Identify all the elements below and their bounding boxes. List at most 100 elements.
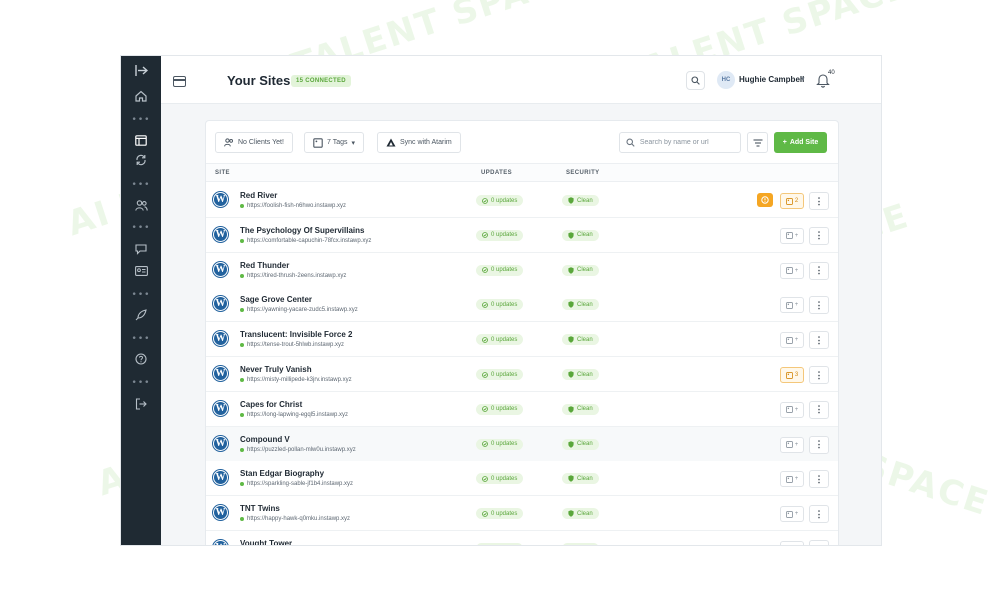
site-url[interactable]: https://happy-hawk-q0mku.instawp.xyz [240,516,350,522]
site-tags-button[interactable]: + [780,401,804,418]
sync-icon[interactable] [121,150,161,170]
security-badge[interactable]: Clean [562,334,599,346]
updates-badge[interactable]: 0 updates [476,334,524,346]
security-badge[interactable]: Clean [562,543,599,545]
site-tags-button[interactable]: + [780,471,804,488]
site-url[interactable]: https://comfortable-capuchin-78fcx.insta… [240,238,371,244]
site-url-text[interactable]: https://puzzled-pollan-mlw0u.instawp.xyz [247,447,356,453]
site-url-text[interactable]: https://yawning-yacare-zudc5.instawp.xyz [247,307,358,313]
more-options-button[interactable]: ⋮ [809,470,829,489]
search-input[interactable] [639,139,734,146]
security-badge[interactable]: Clean [562,403,599,415]
expand-icon[interactable] [121,60,161,80]
site-url[interactable]: https://yawning-yacare-zudc5.instawp.xyz [240,307,358,313]
site-name[interactable]: Compound V [240,435,290,444]
more-options-button[interactable]: ⋮ [809,366,829,384]
more-options-button[interactable]: ⋮ [809,505,829,524]
table-row[interactable]: W Red Thunder https://tired-thrush-2eens.i… [206,252,838,288]
site-url[interactable]: https://tired-thrush-2eens.instawp.xyz [240,273,346,279]
security-badge[interactable]: Clean [562,229,599,241]
site-url-text[interactable]: https://tense-trout-5hlwb.instawp.xyz [247,342,344,348]
site-url[interactable]: https://foolish-fish-n6hwo.instawp.xyz [240,203,346,209]
site-name[interactable]: Sage Grove Center [240,295,312,304]
site-url[interactable]: https://sparkling-sable-jf1b4.instawp.xy… [240,481,353,487]
security-badge[interactable]: Clean [562,438,599,450]
table-row[interactable]: W The Psychology Of Supervillains https://… [206,217,838,253]
security-badge[interactable]: Clean [562,264,599,276]
global-search-button[interactable] [686,71,705,90]
security-badge[interactable]: Clean [562,195,599,206]
more-options-button[interactable]: ⋮ [809,435,829,454]
sites-icon[interactable] [121,130,161,150]
updates-badge[interactable]: 0 updates [476,299,524,311]
more-options-button[interactable]: ⋮ [809,261,829,280]
site-tags-button[interactable]: 2 [780,193,804,209]
table-row[interactable]: W Stan Edgar Biography https://sparkling-s… [206,461,838,497]
users-icon[interactable] [121,195,161,215]
site-name[interactable]: Red Thunder [240,261,289,270]
column-site[interactable]: SITE [215,170,230,176]
security-badge[interactable]: Clean [562,508,599,520]
more-options-button[interactable]: ⋮ [809,226,829,245]
updates-badge[interactable]: 0 updates [476,229,524,241]
updates-badge[interactable]: 0 updates [476,403,524,415]
clients-button[interactable]: No Clients Yet! [215,132,293,153]
updates-badge[interactable]: 0 updates [476,195,524,206]
security-badge[interactable]: Clean [562,473,599,485]
site-url-text[interactable]: https://sparkling-sable-jf1b4.instawp.xy… [247,481,353,487]
sync-atarim-button[interactable]: Sync with Atarim [377,132,461,153]
security-badge[interactable]: Clean [562,299,599,311]
table-row[interactable]: W Red River https://foolish-fish-n6hwo.ins… [206,183,838,218]
site-name[interactable]: Vought Tower [240,539,292,545]
site-tags-button[interactable]: + [780,227,804,244]
site-name[interactable]: Red River [240,191,277,200]
rocket-icon[interactable] [121,305,161,325]
site-url-text[interactable]: https://tired-thrush-2eens.instawp.xyz [247,273,346,279]
logout-icon[interactable] [121,394,161,414]
updates-badge[interactable]: 0 updates [476,438,524,450]
updates-badge[interactable]: 0 updates [476,473,524,485]
user-name[interactable]: Hughie Campbell [739,75,804,84]
site-name[interactable]: Stan Edgar Biography [240,469,324,478]
warning-button[interactable] [757,193,773,207]
site-url[interactable]: https://puzzled-pollan-mlw0u.instawp.xyz [240,447,356,453]
tags-dropdown[interactable]: 7 Tags ▾ [304,132,365,153]
security-badge[interactable]: Clean [562,369,599,380]
site-search[interactable] [619,132,741,153]
more-options-button[interactable]: ⋮ [809,192,829,210]
site-url-text[interactable]: https://misty-millipede-k3jrv.instawp.xy… [247,377,352,383]
site-tags-button[interactable]: + [780,541,804,545]
site-url-text[interactable]: https://comfortable-capuchin-78fcx.insta… [247,238,371,244]
updates-badge[interactable]: 0 updates [476,508,524,520]
more-options-button[interactable]: ⋮ [809,400,829,419]
table-row[interactable]: W Translucent: Invisible Force 2 https://t… [206,322,838,358]
site-tags-button[interactable]: 3 [780,367,804,383]
site-url[interactable]: https://tense-trout-5hlwb.instawp.xyz [240,342,344,348]
more-options-button[interactable]: ⋮ [809,296,829,315]
site-tags-button[interactable]: + [780,262,804,279]
site-url[interactable]: https://long-lapwing-egql5.instawp.xyz [240,412,348,418]
site-url-text[interactable]: https://happy-hawk-q0mku.instawp.xyz [247,516,350,522]
table-row[interactable]: W TNT Twins https://happy-hawk-q0mku.insta… [206,496,838,532]
site-url[interactable]: https://misty-millipede-k3jrv.instawp.xy… [240,377,352,383]
site-tags-button[interactable]: + [780,436,804,453]
table-row[interactable]: W Capes for Christ https://long-lapwing-eg… [206,391,838,427]
filter-button[interactable] [747,132,768,153]
chevron-down-icon[interactable]: ▾ [801,75,805,83]
site-url-text[interactable]: https://long-lapwing-egql5.instawp.xyz [247,412,348,418]
table-row[interactable]: W Compound V https://puzzled-pollan-mlw0u.… [206,426,838,462]
updates-badge[interactable]: 0 updates [476,369,524,380]
site-name[interactable]: Capes for Christ [240,400,302,409]
site-name[interactable]: The Psychology Of Supervillains [240,226,364,235]
site-url-text[interactable]: https://foolish-fish-n6hwo.instawp.xyz [247,203,346,209]
id-card-icon[interactable] [121,261,161,281]
more-options-button[interactable]: ⋮ [809,331,829,350]
updates-badge[interactable]: 0 updates [476,264,524,276]
site-tags-button[interactable]: + [780,506,804,523]
table-row[interactable]: W Sage Grove Center https://yawning-yacare… [206,287,838,323]
site-tags-button[interactable]: + [780,297,804,314]
avatar[interactable]: HC [717,71,735,89]
add-site-button[interactable]: + Add Site [774,132,827,153]
site-name[interactable]: Translucent: Invisible Force 2 [240,330,352,339]
updates-badge[interactable]: 0 updates [476,543,524,545]
